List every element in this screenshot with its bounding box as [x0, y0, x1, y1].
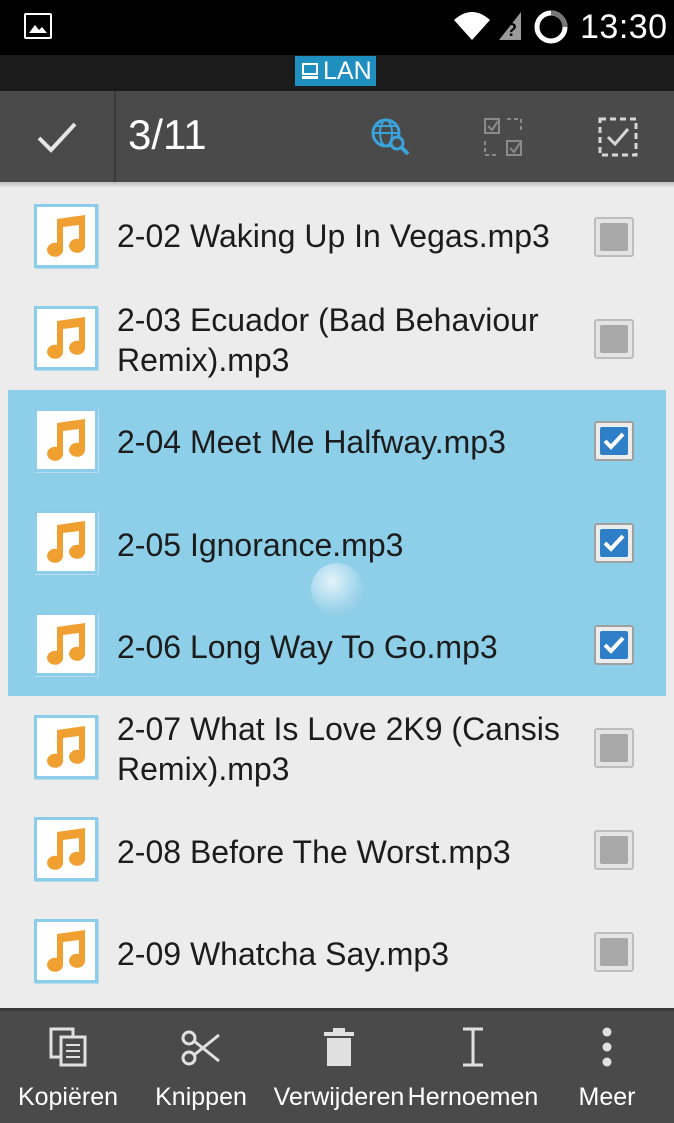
clock: 13:30: [580, 8, 668, 46]
more-icon: [602, 1027, 612, 1067]
music-file-icon: [34, 204, 98, 268]
file-checkbox[interactable]: [594, 830, 634, 870]
checkmark-icon: [603, 432, 625, 450]
copy-icon: [49, 1027, 87, 1067]
lan-label: LAN: [323, 57, 372, 85]
lan-badge[interactable]: LAN: [295, 56, 376, 86]
check-icon: [37, 122, 77, 153]
file-row[interactable]: 2-04 Meet Me Halfway.mp3: [8, 390, 666, 492]
svg-text:?: ?: [506, 20, 517, 40]
trash-icon: [324, 1028, 354, 1066]
delete-label: Verwijderen: [273, 1083, 405, 1111]
file-name: 2-07 What Is Love 2K9 (Cansis Remix).mp3: [117, 711, 560, 787]
action-bar: 3/11: [0, 91, 674, 182]
file-checkbox[interactable]: [594, 217, 634, 257]
music-file-icon: [34, 306, 98, 370]
image-icon: [24, 13, 52, 39]
file-name: 2-02 Waking Up In Vegas.mp3: [117, 218, 550, 254]
checkmark-icon: [603, 534, 625, 552]
selection-count: 3/11: [128, 111, 207, 158]
file-row[interactable]: 2-02 Waking Up In Vegas.mp3: [8, 186, 666, 288]
rename-label: Hernoemen: [407, 1083, 539, 1111]
scissors-icon: [181, 1030, 220, 1066]
file-checkbox[interactable]: [594, 421, 634, 461]
music-file-icon: [34, 408, 98, 472]
music-file-icon: [34, 715, 98, 779]
file-name: 2-03 Ecuador (Bad Behaviour Remix).mp3: [117, 302, 539, 378]
more-label: Meer: [578, 1083, 636, 1111]
music-file-icon: [34, 817, 98, 881]
select-inverse-icon: [484, 117, 522, 156]
delete-button[interactable]: Verwijderen: [272, 1011, 406, 1123]
globe-search-button[interactable]: [355, 91, 425, 182]
copy-button[interactable]: Kopiëren: [12, 1011, 124, 1123]
file-checkbox[interactable]: [594, 728, 634, 768]
checkmark-icon: [603, 636, 625, 654]
rename-icon: [463, 1027, 483, 1067]
file-checkbox[interactable]: [594, 625, 634, 665]
touch-ripple: [311, 563, 363, 615]
more-button[interactable]: Meer: [566, 1011, 648, 1123]
signal-icon: ?: [499, 12, 521, 40]
file-row[interactable]: 2-09 Whatcha Say.mp3: [8, 901, 666, 1003]
status-bar: ? 13:30: [0, 0, 674, 55]
music-file-icon: [34, 612, 98, 676]
globe-search-icon: [371, 118, 410, 155]
rename-button[interactable]: Hernoemen: [406, 1011, 540, 1123]
cut-button[interactable]: Knippen: [148, 1011, 254, 1123]
copy-label: Kopiëren: [17, 1083, 119, 1111]
computer-icon: [302, 63, 318, 79]
file-row[interactable]: 2-07 What Is Love 2K9 (Cansis Remix).mp3: [8, 697, 666, 799]
sync-ring-icon: [534, 10, 568, 44]
file-checkbox[interactable]: [594, 932, 634, 972]
select-all-icon: [598, 117, 638, 156]
file-name: 2-08 Before The Worst.mp3: [117, 834, 511, 870]
select-all-button[interactable]: [583, 91, 653, 182]
file-name: 2-04 Meet Me Halfway.mp3: [117, 424, 506, 460]
file-row[interactable]: 2-08 Before The Worst.mp3: [8, 799, 666, 901]
music-file-icon: [34, 510, 98, 574]
action-bar-divider: [114, 91, 116, 182]
wifi-icon: [454, 12, 490, 40]
file-checkbox[interactable]: [594, 319, 634, 359]
cut-label: Knippen: [155, 1083, 247, 1111]
music-file-icon: [34, 919, 98, 983]
done-button[interactable]: [0, 91, 114, 182]
bottom-toolbar: Kopiëren Knippen Verwijderen Hernoemen M…: [0, 1008, 674, 1123]
file-name: 2-05 Ignorance.mp3: [117, 527, 404, 563]
select-inverse-button[interactable]: [469, 91, 539, 182]
file-name: 2-09 Whatcha Say.mp3: [117, 936, 450, 972]
file-name: 2-06 Long Way To Go.mp3: [117, 629, 498, 665]
file-row[interactable]: 2-03 Ecuador (Bad Behaviour Remix).mp3: [8, 288, 666, 390]
file-checkbox[interactable]: [594, 523, 634, 563]
